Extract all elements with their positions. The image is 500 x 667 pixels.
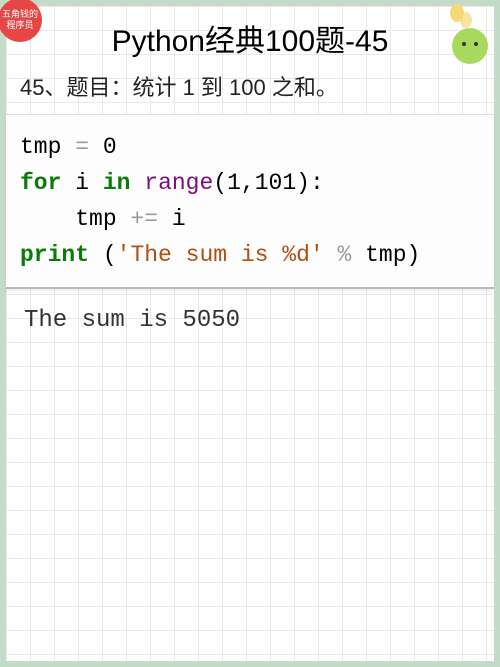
code-line-4: print ('The sum is %d' % tmp) — [20, 242, 420, 268]
page-title: Python经典100题-45 — [6, 6, 494, 66]
balloon-icon — [460, 12, 472, 28]
code-line-3: tmp += i — [20, 206, 186, 232]
paper-sheet: 五角钱的 程序员 Python经典100题-45 45、题目：统计 1 到 10… — [6, 6, 494, 661]
code-block: tmp = 0 for i in range(1,101): tmp += i … — [6, 114, 494, 289]
code-line-1: tmp = 0 — [20, 134, 117, 160]
code-line-2: for i in range(1,101): — [20, 170, 324, 196]
question-text: 45、题目：统计 1 到 100 之和。 — [6, 66, 494, 114]
badge-text-1: 五角钱的 — [2, 9, 38, 20]
mascot-eye — [462, 42, 466, 46]
output-text: The sum is 5050 — [6, 297, 494, 344]
badge-text-2: 程序员 — [6, 20, 33, 31]
mascot-decoration — [444, 8, 492, 64]
mascot-eye — [474, 42, 478, 46]
mascot-head — [452, 28, 488, 64]
